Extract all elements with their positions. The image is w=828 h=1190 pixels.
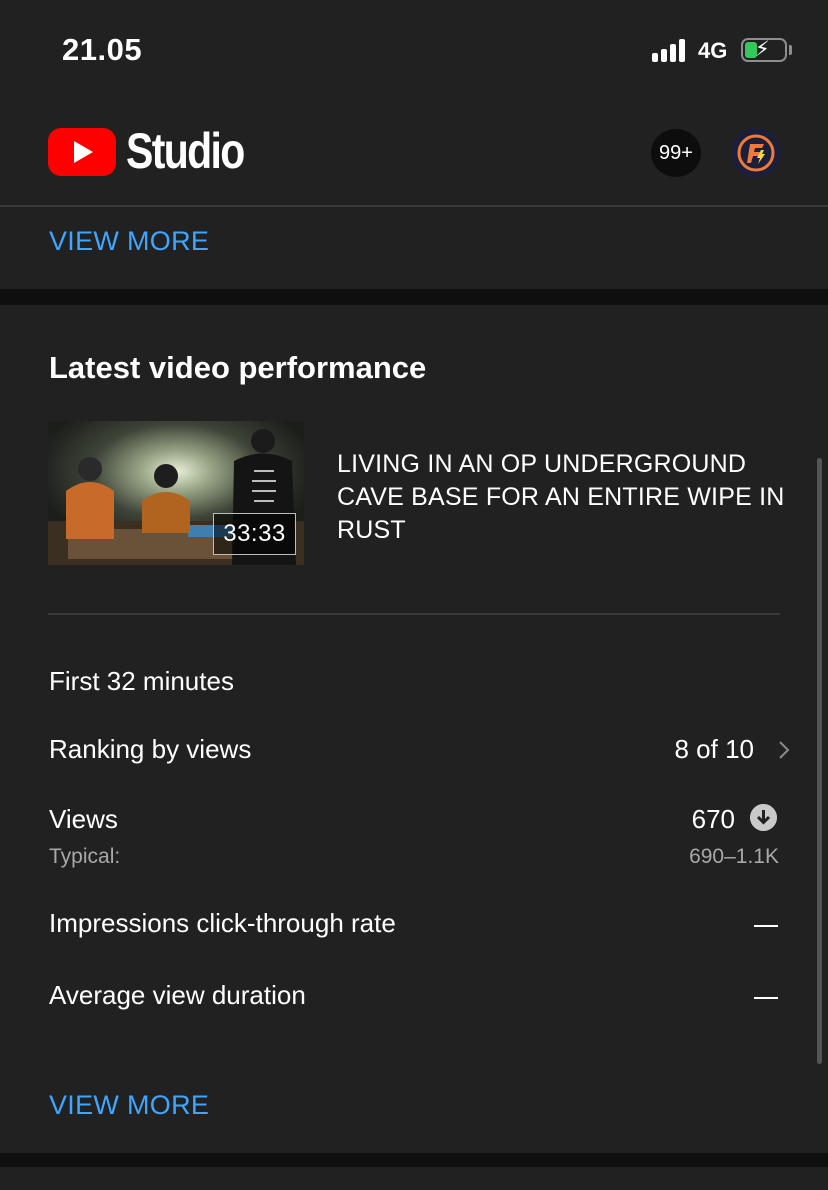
cellular-signal-icon — [652, 38, 692, 62]
section-divider-bottom — [0, 1153, 828, 1167]
avg-duration-dash — [754, 997, 778, 999]
typical-label: Typical: — [49, 845, 121, 868]
battery-charging-icon: ⚡ — [741, 38, 787, 62]
chevron-right-icon[interactable] — [775, 740, 793, 760]
typical-value: 690–1.1K — [689, 845, 779, 868]
video-title[interactable]: LIVING IN AN OP UNDERGROUND CAVE BASE FO… — [337, 448, 787, 547]
ranking-label[interactable]: Ranking by views — [49, 734, 251, 765]
arrow-down-circle-icon — [750, 804, 777, 831]
studio-logo-text: Studio — [126, 123, 245, 179]
network-type: 4G — [698, 38, 728, 63]
views-label: Views — [49, 804, 118, 834]
scrollbar[interactable] — [817, 458, 822, 1064]
battery-cap — [789, 45, 792, 55]
ctr-label: Impressions click-through rate — [49, 908, 396, 938]
notifications-count: 99+ — [659, 141, 693, 164]
avg-duration-label: Average view duration — [49, 980, 306, 1010]
youtube-play-icon[interactable] — [48, 128, 116, 176]
ranking-value[interactable]: 8 of 10 — [674, 734, 754, 765]
notifications-button[interactable]: 99+ — [651, 129, 701, 177]
view-more-button-top[interactable]: VIEW MORE — [49, 226, 209, 257]
status-bar: 21.05 4G ⚡ — [0, 0, 828, 100]
video-thumbnail[interactable]: 33:33 — [48, 421, 304, 565]
app-header: Studio 99+ — [0, 100, 828, 207]
view-more-button-bottom[interactable]: VIEW MORE — [49, 1090, 209, 1121]
card-divider — [48, 613, 780, 615]
status-time: 21.05 — [62, 32, 143, 67]
video-duration: 33:33 — [213, 513, 296, 555]
views-value: 670 — [691, 804, 735, 834]
period-label: First 32 minutes — [49, 666, 234, 696]
avg-duration-value: — — [751, 980, 779, 1010]
latest-video-heading: Latest video performance — [49, 350, 427, 385]
section-divider — [0, 289, 828, 305]
screen: 21.05 4G ⚡ Studio 99+ VIEW MORE Latest v… — [0, 0, 828, 1190]
channel-avatar[interactable] — [731, 128, 781, 178]
avatar-logo-icon — [737, 134, 775, 172]
ctr-value: — — [751, 908, 779, 938]
ctr-dash — [754, 925, 778, 927]
